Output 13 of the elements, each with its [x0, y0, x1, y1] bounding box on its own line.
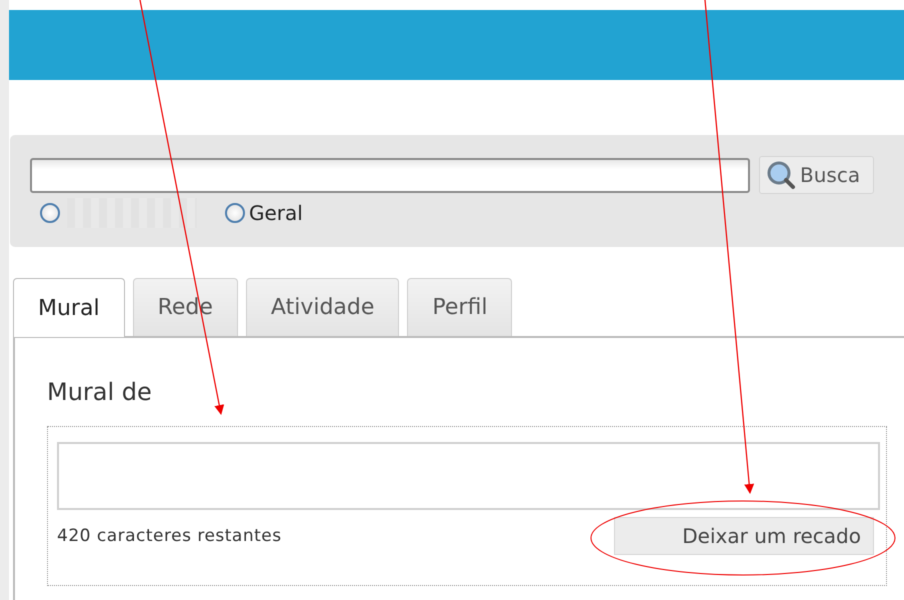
- leave-message-button[interactable]: Deixar um recado: [614, 517, 874, 555]
- radio-label: Geral: [249, 201, 303, 225]
- wall-title: Mural de: [47, 378, 153, 406]
- search-icon: [766, 160, 796, 190]
- tab[interactable]: Atividade: [246, 278, 400, 336]
- tab[interactable]: Perfil: [407, 278, 512, 336]
- search-field[interactable]: [30, 158, 750, 192]
- radio-button[interactable]: [225, 203, 245, 223]
- search-button[interactable]: Busca: [759, 156, 874, 194]
- tab[interactable]: Mural: [13, 278, 125, 337]
- character-counter: 420 caracteres restantes: [57, 526, 282, 546]
- message-field[interactable]: [57, 442, 880, 510]
- radio-button[interactable]: [40, 203, 60, 223]
